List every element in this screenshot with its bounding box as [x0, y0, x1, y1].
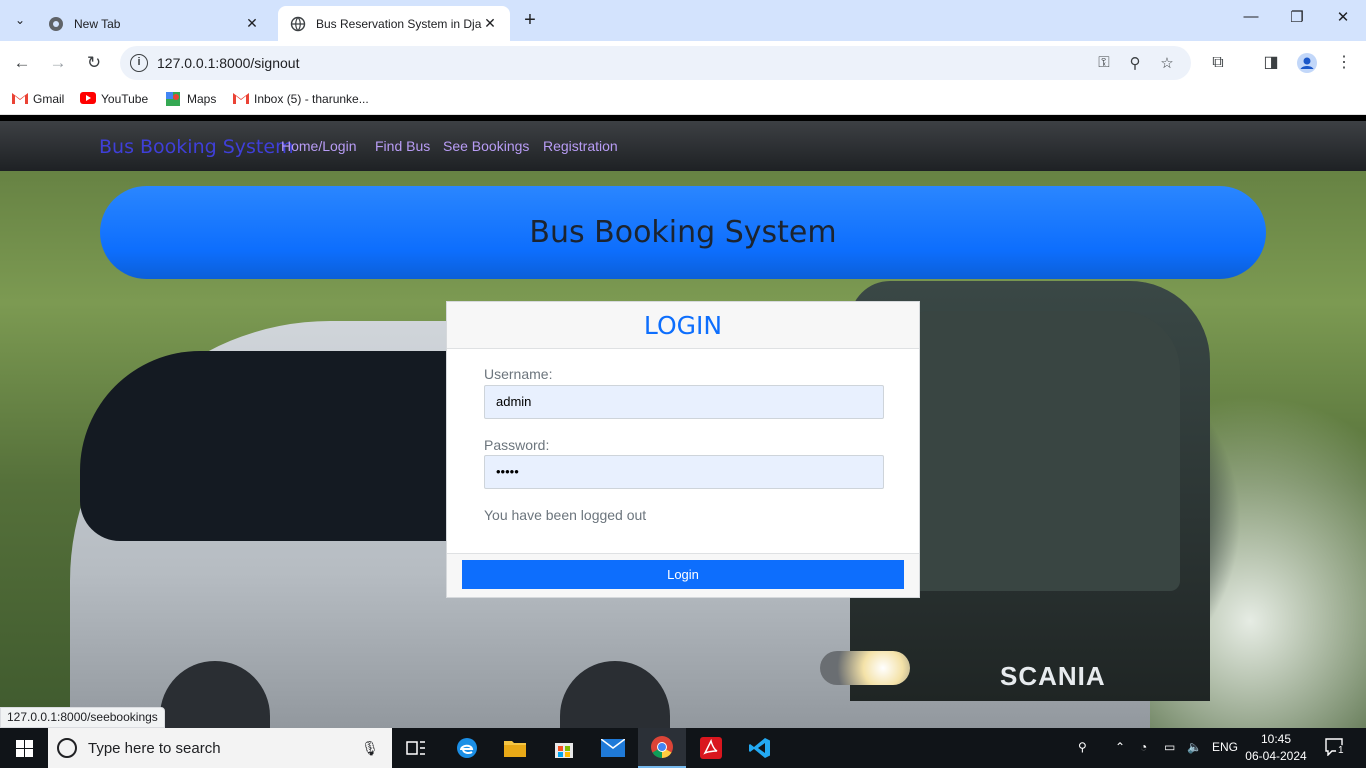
- site-navbar: Bus Booking System Home/Login Find Bus S…: [0, 121, 1366, 171]
- address-bar[interactable]: i 127.0.0.1:8000/signout ⚿ ⚲ ☆: [120, 46, 1191, 80]
- language-indicator[interactable]: ENG: [1212, 740, 1238, 754]
- windows-taskbar: Type here to search 🎙 ⚲ ⌃ ◔ ▭ 🔈 ENG 10:4…: [0, 728, 1366, 768]
- bookmark-youtube[interactable]: YouTube: [80, 92, 148, 106]
- clock-time: 10:45: [1260, 732, 1292, 746]
- youtube-icon: [80, 92, 96, 106]
- bookmark-inbox[interactable]: Inbox (5) - tharunke...: [233, 92, 369, 106]
- bus-headlight-image: [820, 651, 910, 685]
- vscode-icon[interactable]: [736, 728, 784, 768]
- network-icon[interactable]: ◔: [1140, 740, 1147, 754]
- reload-icon[interactable]: ↻: [82, 51, 106, 75]
- bookmark-label: YouTube: [101, 92, 149, 106]
- nav-home-login[interactable]: Home/Login: [281, 138, 357, 154]
- hero-banner: Bus Booking System: [100, 186, 1266, 279]
- acrobat-icon[interactable]: [687, 728, 735, 768]
- bookmark-label: Inbox (5) - tharunke...: [254, 92, 369, 106]
- bookmark-label: Gmail: [33, 92, 65, 106]
- chrome-icon: [48, 16, 64, 32]
- bookmark-maps[interactable]: Maps: [166, 92, 216, 106]
- login-card-header: LOGIN: [447, 302, 919, 349]
- microsoft-store-icon[interactable]: [540, 728, 588, 768]
- site-info-icon[interactable]: i: [130, 54, 148, 72]
- back-arrow-icon[interactable]: ←: [10, 51, 34, 75]
- bookmark-star-icon[interactable]: ☆: [1157, 54, 1177, 74]
- chevron-up-icon[interactable]: ⌃: [1115, 740, 1125, 754]
- password-label: Password:: [484, 437, 550, 453]
- bookmark-gmail[interactable]: Gmail: [12, 92, 64, 106]
- battery-icon[interactable]: ▭: [1164, 740, 1175, 754]
- tab-strip: ⌄ New Tab ✕ Bus Reservation System in Dj…: [0, 0, 1366, 41]
- nav-find-bus[interactable]: Find Bus: [375, 138, 430, 154]
- globe-icon: [290, 16, 306, 32]
- forward-arrow-icon[interactable]: →: [46, 51, 70, 75]
- notification-icon[interactable]: 1: [1325, 738, 1346, 759]
- microphone-icon[interactable]: 🎙: [360, 740, 380, 757]
- status-bar-url: 127.0.0.1:8000/seebookings: [0, 707, 165, 728]
- zoom-icon[interactable]: ⚲: [1125, 54, 1145, 74]
- taskbar-search-placeholder: Type here to search: [88, 739, 221, 757]
- people-icon[interactable]: ⚲: [1078, 740, 1087, 754]
- nav-registration[interactable]: Registration: [543, 138, 618, 154]
- password-input[interactable]: •••••: [484, 455, 884, 489]
- window-close-icon[interactable]: ✕: [1328, 8, 1358, 26]
- login-card: LOGIN Username: admin Password: ••••• Yo…: [446, 301, 920, 598]
- nav-see-bookings[interactable]: See Bookings: [443, 138, 529, 154]
- profile-avatar-icon[interactable]: [1295, 51, 1319, 75]
- gmail-icon: [12, 92, 28, 106]
- browser-toolbar: ← → ↻ i 127.0.0.1:8000/signout ⚿ ⚲ ☆ ⧉ ◨…: [0, 41, 1366, 85]
- close-icon[interactable]: ✕: [244, 15, 260, 32]
- search-icon: [57, 738, 77, 758]
- tab-search-chevron-icon[interactable]: ⌄: [8, 8, 32, 32]
- tab-new-tab[interactable]: New Tab ✕: [36, 6, 272, 41]
- web-page: SCANIA Bus Booking System Home/Login Fin…: [0, 121, 1366, 728]
- notification-count: 1: [1336, 745, 1346, 756]
- file-explorer-icon[interactable]: [491, 728, 539, 768]
- close-icon[interactable]: ✕: [482, 15, 498, 32]
- volume-icon[interactable]: 🔈: [1187, 740, 1202, 754]
- key-icon[interactable]: ⚿: [1094, 54, 1114, 74]
- login-button[interactable]: Login: [462, 560, 904, 589]
- edge-browser-icon[interactable]: [443, 728, 491, 768]
- bus-windshield-image: [900, 311, 1180, 591]
- taskbar-search-box[interactable]: Type here to search 🎙: [48, 728, 392, 768]
- maps-icon: [166, 92, 182, 106]
- clock-date: 06-04-2024: [1245, 749, 1307, 763]
- logout-message: You have been logged out: [484, 507, 647, 523]
- mail-icon[interactable]: [589, 728, 637, 768]
- task-view-icon[interactable]: [392, 728, 440, 768]
- taskbar-clock[interactable]: 10:45 06-04-2024: [1245, 731, 1307, 765]
- banner-title: Bus Booking System: [529, 215, 837, 250]
- minimize-icon[interactable]: —: [1236, 8, 1266, 25]
- site-brand-link[interactable]: Bus Booking System: [99, 136, 294, 158]
- gmail-icon: [233, 92, 249, 106]
- address-bar-url: 127.0.0.1:8000/signout: [157, 55, 300, 71]
- menu-dots-icon[interactable]: ⋮: [1332, 51, 1356, 75]
- bookmark-label: Maps: [187, 92, 217, 106]
- tab-title: Bus Reservation System in Djan: [316, 16, 482, 31]
- new-tab-plus-icon[interactable]: +: [518, 9, 542, 31]
- login-card-footer: Login: [447, 553, 919, 597]
- login-title: LOGIN: [643, 310, 723, 340]
- side-panel-icon[interactable]: ◨: [1259, 51, 1283, 75]
- username-input[interactable]: admin: [484, 385, 884, 419]
- windows-start-icon[interactable]: [0, 728, 48, 768]
- username-label: Username:: [484, 366, 553, 382]
- restore-icon[interactable]: ❐: [1282, 8, 1312, 26]
- extensions-puzzle-icon[interactable]: ⧉: [1206, 51, 1230, 75]
- bookmarks-bar: Gmail YouTube Maps Inbox (5) - tharunke.…: [0, 85, 1366, 115]
- tab-bus-reservation[interactable]: Bus Reservation System in Djan ✕: [278, 6, 510, 41]
- tab-title: New Tab: [74, 16, 121, 31]
- chrome-taskbar-icon[interactable]: [638, 728, 686, 768]
- bus-brand-logo: SCANIA: [1000, 661, 1106, 691]
